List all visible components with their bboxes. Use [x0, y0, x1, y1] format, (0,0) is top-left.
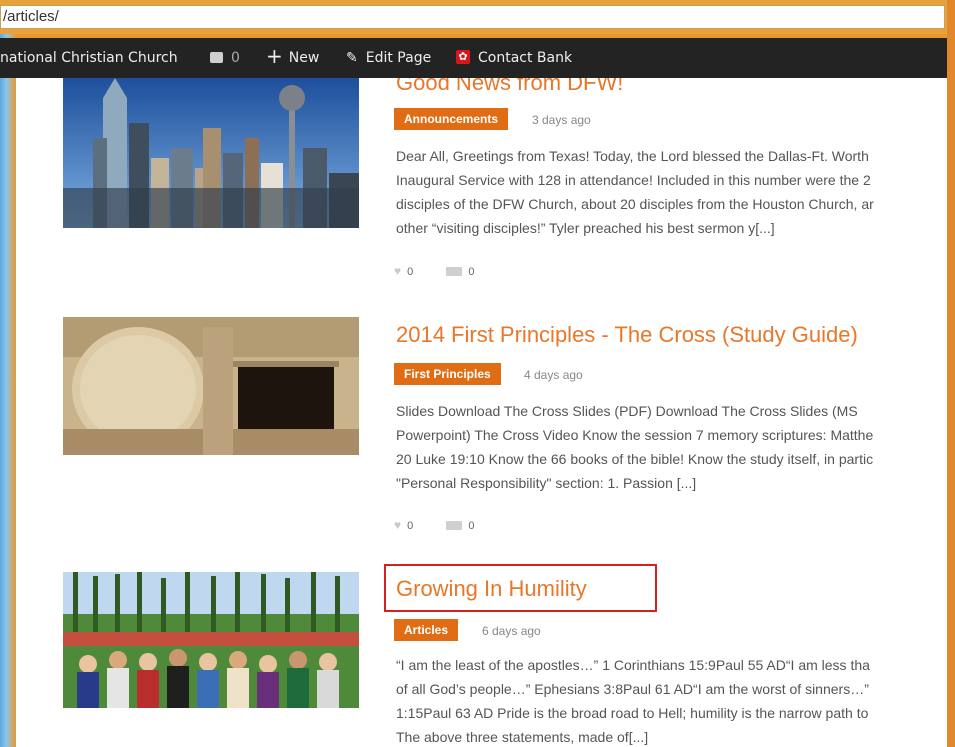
comments-count: 0: [231, 50, 240, 66]
excerpt-line: Powerpoint) The Cross Video Know the ses…: [396, 427, 874, 443]
post-thumbnail-group-photo[interactable]: [63, 572, 359, 708]
post-meta: ♥ 0 0: [394, 264, 474, 278]
plus-icon: +: [266, 44, 283, 68]
admin-comments-link[interactable]: 0: [210, 38, 240, 78]
post-title-link[interactable]: Good News from DFW!: [396, 78, 623, 96]
admin-toolbar: national Christian Church 0 + New ✎ Edit P…: [0, 38, 947, 78]
post-meta: ♥ 0 0: [394, 518, 474, 532]
highlight-annotation-box: [384, 564, 657, 612]
comment-bubble-icon: [210, 51, 223, 63]
excerpt-line: disciples of the DFW Church, about 20 di…: [396, 196, 874, 212]
post-thumbnail-dallas-skyline[interactable]: [63, 78, 359, 228]
url-input[interactable]: /articles/: [0, 5, 945, 29]
excerpt-line: The above three statements, made of[...]: [396, 729, 649, 745]
comment-count: 0: [468, 520, 475, 532]
contact-bank-icon: ✿: [456, 50, 470, 64]
post-category-tag[interactable]: Articles: [394, 619, 459, 641]
window-frame-right: [947, 0, 955, 747]
excerpt-line: of all God’s people…” Ephesians 3:8Paul …: [396, 681, 869, 697]
new-label: New: [288, 50, 320, 66]
edit-page-label: Edit Page: [365, 50, 432, 66]
pencil-icon: ✎: [346, 50, 358, 66]
comment-count: 0: [468, 266, 475, 278]
post-excerpt: Slides Download The Cross Slides (PDF) D…: [396, 399, 947, 495]
excerpt-line: 1:15Paul 63 AD Pride is the broad road t…: [396, 705, 869, 721]
post-category-tag[interactable]: First Principles: [394, 363, 501, 385]
comments-icon[interactable]: [446, 520, 463, 530]
like-count: 0: [407, 266, 414, 278]
excerpt-line: “I am the least of the apostles…” 1 Cori…: [396, 657, 870, 673]
admin-contact-bank-link[interactable]: ✿ Contact Bank: [456, 38, 572, 78]
post-excerpt: “I am the least of the apostles…” 1 Cori…: [396, 653, 947, 747]
post-title-link[interactable]: 2014 First Principles - The Cross (Study…: [396, 322, 858, 348]
heart-icon[interactable]: ♥: [394, 518, 401, 532]
post-date: 3 days ago: [532, 113, 591, 127]
excerpt-line: Inaugural Service with 128 in attendance…: [396, 172, 871, 188]
contact-bank-label: Contact Bank: [478, 50, 573, 66]
browser-address-bar: /articles/: [0, 0, 947, 34]
post-excerpt: Dear All, Greetings from Texas! Today, t…: [396, 144, 947, 240]
post-date: 4 days ago: [524, 368, 583, 382]
post-thumbnail-empty-tomb[interactable]: [63, 317, 359, 455]
post-category-tag[interactable]: Announcements: [394, 108, 509, 130]
comments-icon[interactable]: [446, 266, 463, 276]
post-date: 6 days ago: [482, 624, 541, 638]
admin-site-name-link[interactable]: national Christian Church: [0, 38, 178, 78]
window-frame-left: [0, 0, 16, 747]
admin-edit-page-link[interactable]: ✎ Edit Page: [346, 38, 431, 78]
excerpt-line: Slides Download The Cross Slides (PDF) D…: [396, 403, 858, 419]
excerpt-line: Dear All, Greetings from Texas! Today, t…: [396, 148, 869, 164]
excerpt-line: "Personal Responsibility" section: 1. Pa…: [396, 475, 697, 491]
excerpt-line: 20 Luke 19:10 Know the 66 books of the b…: [396, 451, 874, 467]
admin-new-link[interactable]: + New: [266, 38, 319, 78]
like-count: 0: [407, 520, 414, 532]
articles-page: Good News from DFW! Announcements 3 days…: [16, 78, 947, 747]
excerpt-line: other “visiting disciples!” Tyler preach…: [396, 220, 775, 236]
heart-icon[interactable]: ♥: [394, 264, 401, 278]
